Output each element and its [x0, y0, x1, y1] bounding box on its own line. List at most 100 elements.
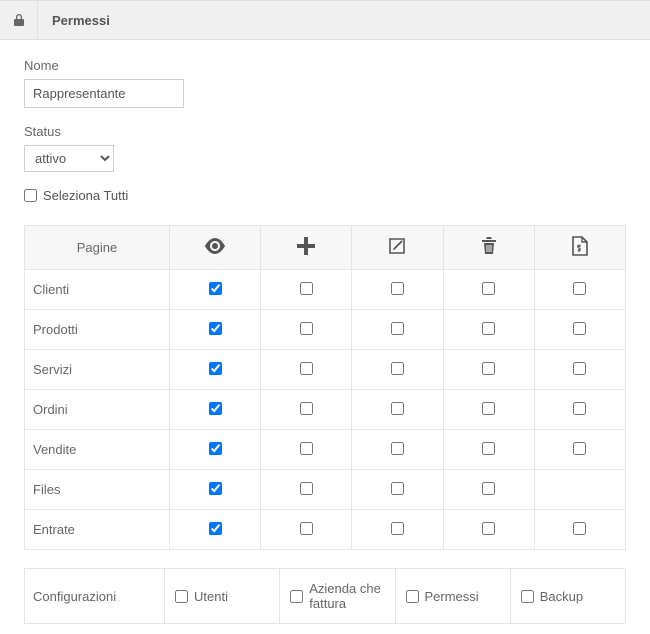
delete-cell — [443, 470, 534, 510]
edit-checkbox[interactable] — [391, 522, 404, 535]
view-checkbox[interactable] — [209, 522, 222, 535]
page-name-cell: Ordini — [25, 390, 170, 430]
add-checkbox[interactable] — [300, 282, 313, 295]
pdf-cell — [534, 390, 625, 430]
add-cell — [261, 510, 352, 550]
delete-checkbox[interactable] — [482, 322, 495, 335]
edit-checkbox[interactable] — [391, 402, 404, 415]
config-item-checkbox[interactable] — [406, 590, 419, 603]
delete-checkbox[interactable] — [482, 282, 495, 295]
select-all-checkbox[interactable] — [24, 189, 37, 202]
view-cell — [170, 350, 261, 390]
pages-header: Pagine — [25, 226, 170, 270]
view-cell — [170, 470, 261, 510]
permissions-table: Pagine — [24, 225, 626, 550]
edit-icon — [388, 237, 406, 255]
document-icon — [572, 236, 588, 256]
page-name-cell: Servizi — [25, 350, 170, 390]
table-row: Files — [25, 470, 626, 510]
pdf-checkbox[interactable] — [573, 362, 586, 375]
edit-cell — [352, 390, 443, 430]
page-name-cell: Vendite — [25, 430, 170, 470]
add-cell — [261, 470, 352, 510]
delete-cell — [443, 430, 534, 470]
pdf-cell — [534, 470, 625, 510]
add-cell — [261, 390, 352, 430]
delete-cell — [443, 350, 534, 390]
panel-title: Permessi — [38, 1, 124, 39]
edit-checkbox[interactable] — [391, 282, 404, 295]
add-cell — [261, 270, 352, 310]
name-group: Nome — [24, 58, 626, 108]
page-name-cell: Files — [25, 470, 170, 510]
config-label-cell: Configurazioni — [25, 569, 165, 624]
table-row: Vendite — [25, 430, 626, 470]
delete-checkbox[interactable] — [482, 442, 495, 455]
config-item-cell: Azienda che fattura — [280, 569, 395, 624]
pdf-checkbox[interactable] — [573, 282, 586, 295]
config-item-cell: Permessi — [395, 569, 510, 624]
config-item-checkbox[interactable] — [521, 590, 534, 603]
page-name-cell: Prodotti — [25, 310, 170, 350]
pdf-checkbox[interactable] — [573, 442, 586, 455]
add-header — [261, 226, 352, 270]
edit-checkbox[interactable] — [391, 442, 404, 455]
view-checkbox[interactable] — [209, 322, 222, 335]
config-item-cell: Backup — [510, 569, 625, 624]
edit-cell — [352, 310, 443, 350]
delete-cell — [443, 510, 534, 550]
delete-cell — [443, 390, 534, 430]
delete-checkbox[interactable] — [482, 482, 495, 495]
config-item-label: Azienda che fattura — [309, 581, 384, 611]
delete-checkbox[interactable] — [482, 522, 495, 535]
delete-checkbox[interactable] — [482, 362, 495, 375]
name-input[interactable] — [24, 79, 184, 108]
delete-checkbox[interactable] — [482, 402, 495, 415]
edit-header — [352, 226, 443, 270]
edit-cell — [352, 350, 443, 390]
view-checkbox[interactable] — [209, 482, 222, 495]
add-checkbox[interactable] — [300, 482, 313, 495]
edit-cell — [352, 510, 443, 550]
pdf-checkbox[interactable] — [573, 402, 586, 415]
view-cell — [170, 430, 261, 470]
status-label: Status — [24, 124, 626, 139]
pdf-cell — [534, 350, 625, 390]
pdf-cell — [534, 310, 625, 350]
delete-header — [443, 226, 534, 270]
plus-icon — [297, 237, 315, 255]
page-name-cell: Clienti — [25, 270, 170, 310]
view-cell — [170, 270, 261, 310]
config-item-checkbox[interactable] — [175, 590, 188, 603]
edit-cell — [352, 470, 443, 510]
edit-checkbox[interactable] — [391, 362, 404, 375]
status-group: Status attivo — [24, 124, 626, 172]
select-all-row: Seleziona Tutti — [24, 188, 626, 203]
add-checkbox[interactable] — [300, 322, 313, 335]
view-checkbox[interactable] — [209, 442, 222, 455]
panel-body: Nome Status attivo Seleziona Tutti Pagin… — [0, 40, 650, 634]
add-cell — [261, 430, 352, 470]
lock-icon — [0, 1, 38, 39]
table-row: Prodotti — [25, 310, 626, 350]
pdf-checkbox[interactable] — [573, 522, 586, 535]
config-label: Configurazioni — [33, 589, 116, 604]
status-select[interactable]: attivo — [24, 145, 114, 172]
config-table: Configurazioni UtentiAzienda che fattura… — [24, 568, 626, 624]
add-checkbox[interactable] — [300, 442, 313, 455]
add-cell — [261, 350, 352, 390]
table-row: Servizi — [25, 350, 626, 390]
edit-checkbox[interactable] — [391, 482, 404, 495]
pdf-checkbox[interactable] — [573, 322, 586, 335]
add-checkbox[interactable] — [300, 402, 313, 415]
edit-checkbox[interactable] — [391, 322, 404, 335]
view-checkbox[interactable] — [209, 362, 222, 375]
add-checkbox[interactable] — [300, 362, 313, 375]
pdf-header — [534, 226, 625, 270]
view-checkbox[interactable] — [209, 282, 222, 295]
panel-header: Permessi — [0, 0, 650, 40]
config-item-checkbox[interactable] — [290, 590, 303, 603]
add-checkbox[interactable] — [300, 522, 313, 535]
table-row: Clienti — [25, 270, 626, 310]
view-checkbox[interactable] — [209, 402, 222, 415]
